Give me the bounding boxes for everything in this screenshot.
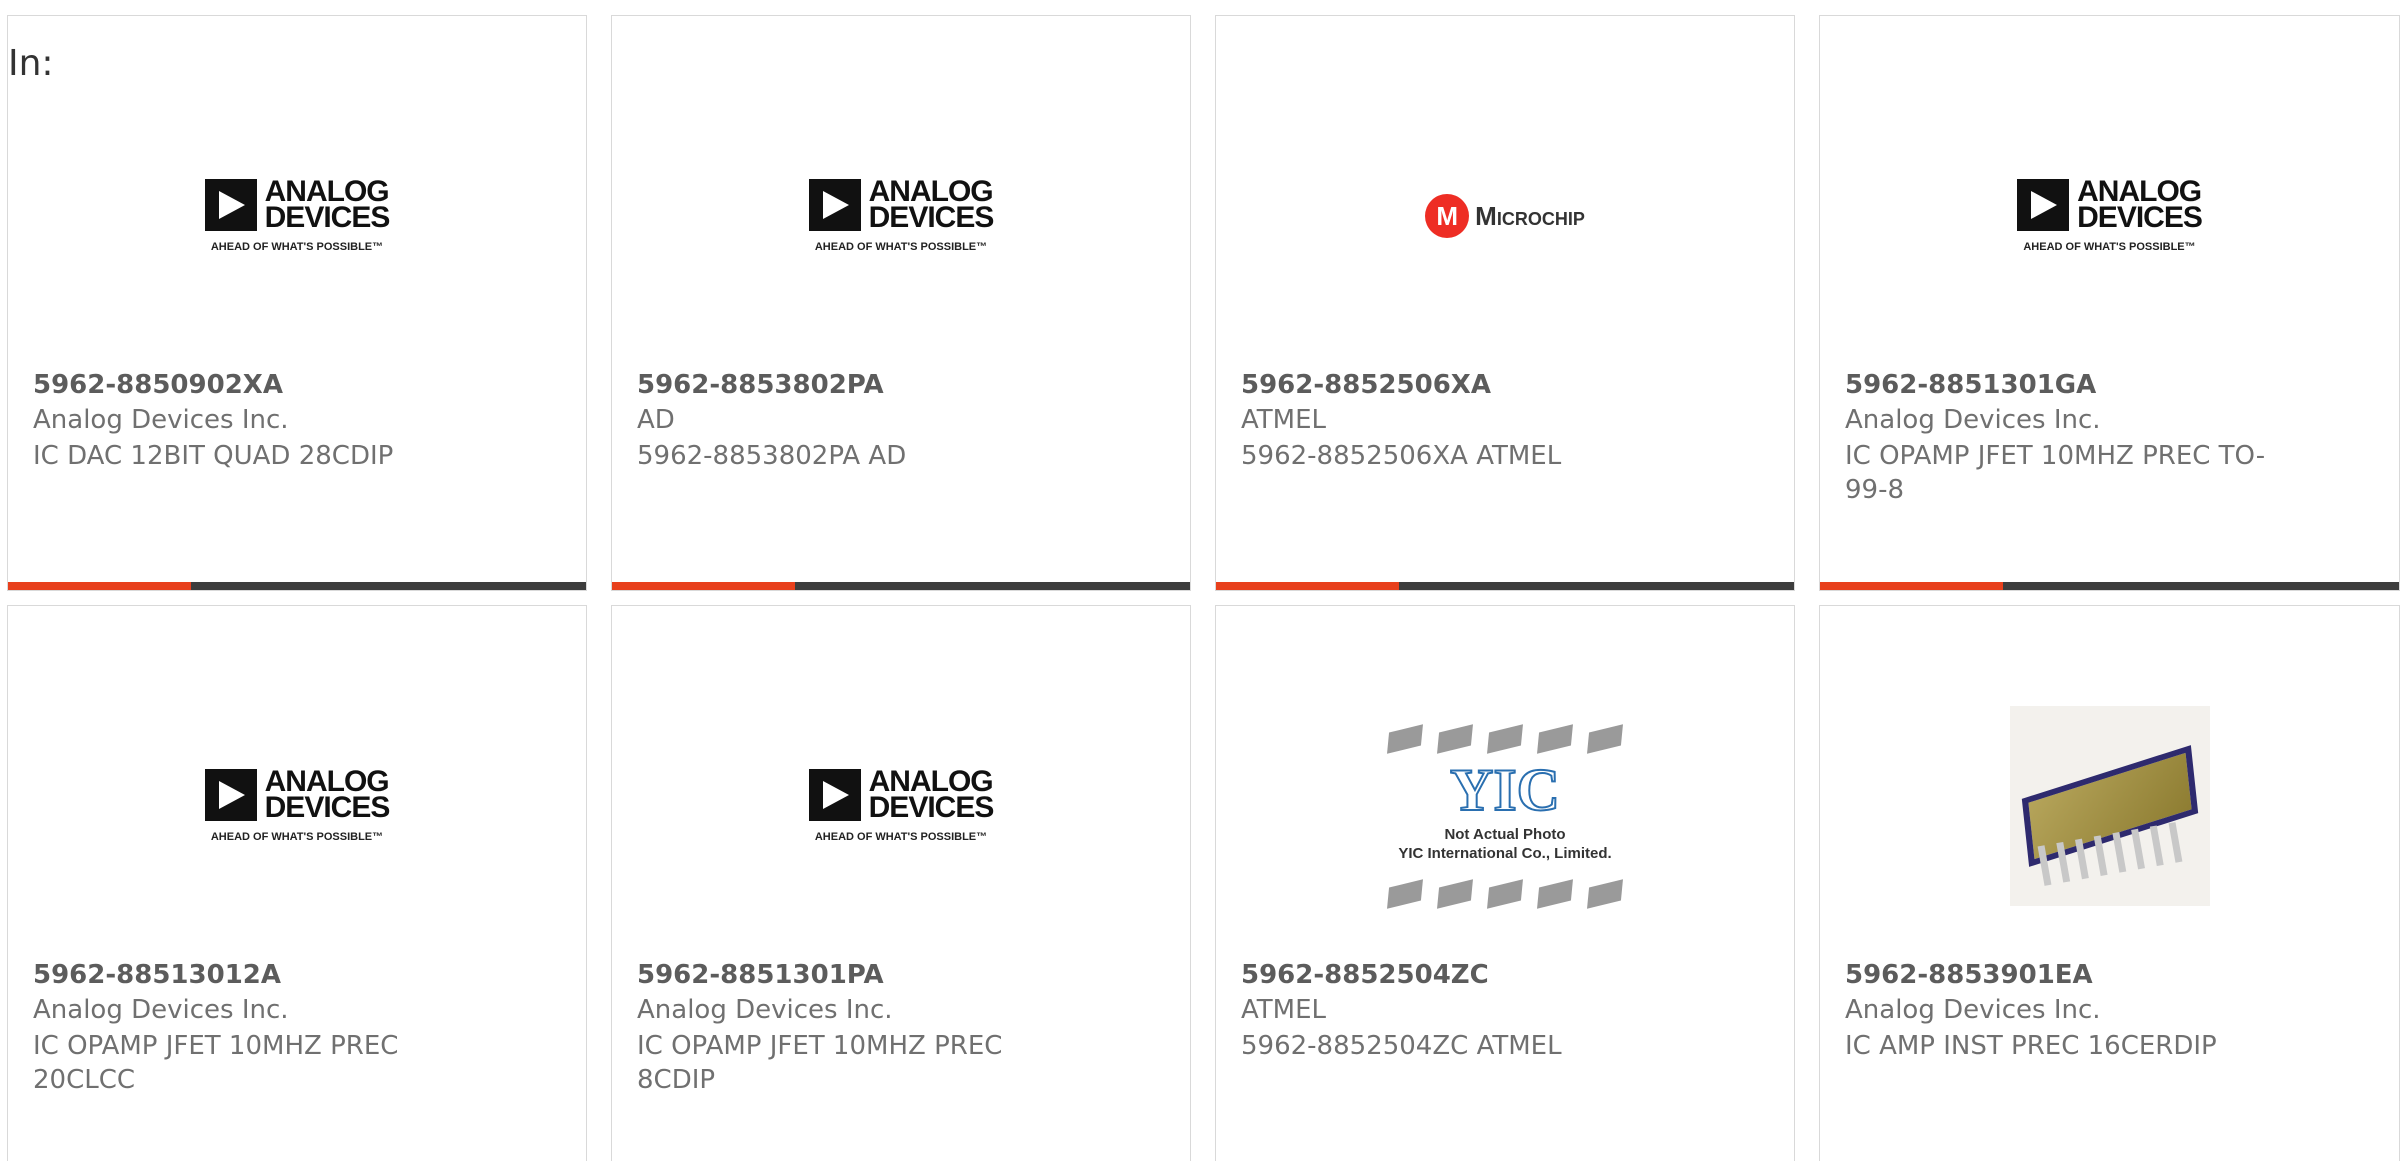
part-number[interactable]: 5962-8853901EA	[1845, 960, 2093, 990]
logo-tagline: AHEAD OF WHAT'S POSSIBLE™	[2023, 241, 2196, 253]
analog-devices-triangle-icon	[2017, 179, 2070, 231]
analog-devices-logo: ANALOG DEVICES AHEAD OF WHAT'S POSSIBLE™	[808, 767, 995, 843]
chip-icons	[1387, 878, 1623, 909]
card-accent-bar	[612, 582, 795, 590]
yic-placeholder-image: YIC Not Actual Photo YIC International C…	[1387, 723, 1623, 909]
in-label: In:	[8, 43, 54, 84]
product-image[interactable]: ANALOG DEVICES AHEAD OF WHAT'S POSSIBLE™	[1820, 86, 2399, 346]
analog-devices-triangle-icon	[204, 769, 257, 821]
part-number[interactable]: 5962-88513012A	[33, 960, 281, 990]
manufacturer: Analog Devices Inc.	[1845, 995, 2101, 1025]
part-number[interactable]: 5962-8852504ZC	[1241, 960, 1489, 990]
product-image[interactable]: ANALOG DEVICES AHEAD OF WHAT'S POSSIBLE™	[612, 86, 1190, 346]
description: 5962-8852506XA ATMEL	[1241, 441, 1562, 471]
yic-logo: YIC	[1449, 756, 1561, 824]
logo-tagline: AHEAD OF WHAT'S POSSIBLE™	[210, 241, 384, 253]
product-image[interactable]: ANALOG DEVICES AHEAD OF WHAT'S POSSIBLE™	[612, 676, 1190, 936]
analog-devices-triangle-icon	[808, 769, 861, 821]
product-grid-page: ANALOG DEVICES AHEAD OF WHAT'S POSSIBLE™…	[0, 0, 2400, 1161]
microchip-wordmark: Microchip	[1475, 200, 1585, 231]
logo-tagline: AHEAD OF WHAT'S POSSIBLE™	[814, 831, 988, 843]
product-image[interactable]: ANALOG DEVICES AHEAD OF WHAT'S POSSIBLE™	[8, 86, 586, 346]
manufacturer: ATMEL	[1241, 405, 1326, 435]
description: 5962-8853802PA AD	[637, 441, 907, 471]
analog-devices-logo: ANALOG DEVICES AHEAD OF WHAT'S POSSIBLE™	[204, 177, 391, 253]
product-card[interactable]: ANALOG DEVICES AHEAD OF WHAT'S POSSIBLE™…	[611, 605, 1191, 1161]
analog-devices-logo: ANALOG DEVICES AHEAD OF WHAT'S POSSIBLE™	[808, 177, 995, 253]
description: IC OPAMP JFET 10MHZ PREC 8CDIP	[637, 1031, 1003, 1095]
microchip-mark-icon: M	[1425, 194, 1470, 238]
logo-line2: DEVICES	[868, 791, 995, 824]
yic-caption-line1: Not Actual Photo	[1444, 825, 1566, 843]
logo-line2: DEVICES	[868, 201, 995, 234]
card-bottom-bar	[1216, 582, 1794, 590]
analog-devices-logo: ANALOG DEVICES AHEAD OF WHAT'S POSSIBLE™	[204, 767, 391, 843]
description: IC AMP INST PREC 16CERDIP	[1845, 1031, 2217, 1061]
part-number[interactable]: 5962-8852506XA	[1241, 370, 1491, 400]
product-image[interactable]: ANALOG DEVICES AHEAD OF WHAT'S POSSIBLE™	[8, 676, 586, 936]
product-card[interactable]: ANALOG DEVICES AHEAD OF WHAT'S POSSIBLE™…	[7, 605, 587, 1161]
description: IC OPAMP JFET 10MHZ PREC TO-99-8	[1845, 441, 2266, 505]
card-bottom-bar	[1820, 582, 2399, 590]
card-accent-bar	[1216, 582, 1399, 590]
chip-icons	[1387, 723, 1623, 754]
logo-line2: DEVICES	[264, 791, 391, 824]
part-number[interactable]: 5962-8853802PA	[637, 370, 884, 400]
dip-package-photo	[2009, 706, 2210, 906]
logo-line2: DEVICES	[2077, 201, 2203, 234]
yic-caption-line2: YIC International Co., Limited.	[1398, 844, 1612, 862]
product-card[interactable]: M Microchip 5962-8852506XA ATMEL 5962-88…	[1215, 15, 1795, 591]
manufacturer: ATMEL	[1241, 995, 1326, 1025]
product-card[interactable]: ANALOG DEVICES AHEAD OF WHAT'S POSSIBLE™…	[1819, 15, 2400, 591]
part-number[interactable]: 5962-8850902XA	[33, 370, 283, 400]
microchip-logo: M Microchip	[1425, 194, 1585, 238]
product-image[interactable]: M Microchip	[1216, 86, 1794, 346]
card-bottom-bar	[612, 582, 1190, 590]
card-accent-bar	[1820, 582, 2003, 590]
product-image[interactable]	[1820, 676, 2399, 936]
analog-devices-triangle-icon	[808, 179, 861, 231]
product-card[interactable]: ANALOG DEVICES AHEAD OF WHAT'S POSSIBLE™…	[611, 15, 1191, 591]
card-bottom-bar	[8, 582, 586, 590]
part-number[interactable]: 5962-8851301GA	[1845, 370, 2096, 400]
description: IC DAC 12BIT QUAD 28CDIP	[33, 441, 394, 471]
manufacturer: Analog Devices Inc.	[33, 995, 289, 1025]
manufacturer: AD	[637, 405, 675, 435]
product-card[interactable]: 5962-8853901EA Analog Devices Inc. IC AM…	[1819, 605, 2400, 1161]
manufacturer: Analog Devices Inc.	[637, 995, 893, 1025]
product-card[interactable]: ANALOG DEVICES AHEAD OF WHAT'S POSSIBLE™…	[7, 15, 587, 591]
manufacturer: Analog Devices Inc.	[1845, 405, 2101, 435]
logo-line2: DEVICES	[264, 201, 391, 234]
part-number[interactable]: 5962-8851301PA	[637, 960, 884, 990]
card-accent-bar	[8, 582, 191, 590]
product-card[interactable]: YIC Not Actual Photo YIC International C…	[1215, 605, 1795, 1161]
logo-tagline: AHEAD OF WHAT'S POSSIBLE™	[210, 831, 384, 843]
product-image[interactable]: YIC Not Actual Photo YIC International C…	[1216, 686, 1794, 946]
logo-tagline: AHEAD OF WHAT'S POSSIBLE™	[814, 241, 988, 253]
analog-devices-triangle-icon	[204, 179, 257, 231]
analog-devices-logo: ANALOG DEVICES AHEAD OF WHAT'S POSSIBLE™	[2017, 177, 2203, 253]
description: 5962-8852504ZC ATMEL	[1241, 1031, 1562, 1061]
manufacturer: Analog Devices Inc.	[33, 405, 289, 435]
description: IC OPAMP JFET 10MHZ PREC 20CLCC	[33, 1031, 399, 1095]
